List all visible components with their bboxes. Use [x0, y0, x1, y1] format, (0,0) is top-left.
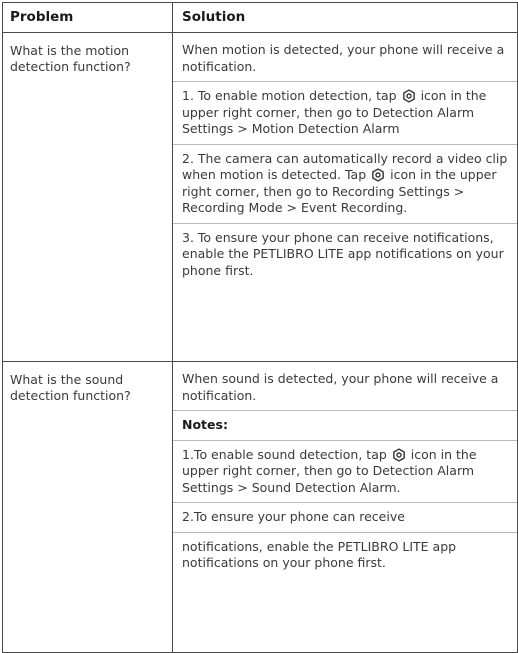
table-row: What is the sound detection function? Wh…: [2, 361, 518, 653]
solution-paragraph: 2.To ensure your phone can receive: [173, 503, 517, 533]
table-header-row: Problem Solution: [2, 2, 518, 33]
header-problem: Problem: [2, 2, 173, 33]
settings-gear-icon: [402, 89, 415, 103]
solution-paragraph: When motion is detected, your phone will…: [173, 33, 517, 82]
solution-cell: When motion is detected, your phone will…: [172, 32, 518, 362]
faq-table: Problem Solution What is the motion dete…: [2, 2, 518, 653]
solution-paragraph: When sound is detected, your phone will …: [173, 362, 517, 411]
question-cell: What is the sound detection function?: [2, 361, 173, 653]
header-solution: Solution: [172, 2, 518, 33]
solution-paragraph: notifications, enable the PETLIBRO LITE …: [182, 538, 457, 571]
solution-cell: When sound is detected, your phone will …: [172, 361, 518, 653]
solution-paragraph: 2. The camera can automatically record a…: [173, 145, 517, 224]
settings-gear-icon: [372, 168, 385, 182]
paragraph-text: 1. To enable motion detection, tap: [182, 88, 397, 103]
settings-gear-icon: [392, 447, 405, 462]
notes-heading: Notes:: [173, 411, 517, 441]
table-row: What is the motion detection function? W…: [2, 32, 518, 362]
solution-paragraph: 1.To enable sound detection, tap icon in…: [173, 441, 517, 503]
solution-paragraph: 1. To enable motion detection, tap icon …: [173, 82, 517, 145]
solution-paragraph: 3. To ensure your phone can receive noti…: [182, 229, 504, 278]
question-cell: What is the motion detection function?: [2, 32, 173, 362]
paragraph-text: 1.To enable sound detection, tap: [182, 446, 387, 462]
